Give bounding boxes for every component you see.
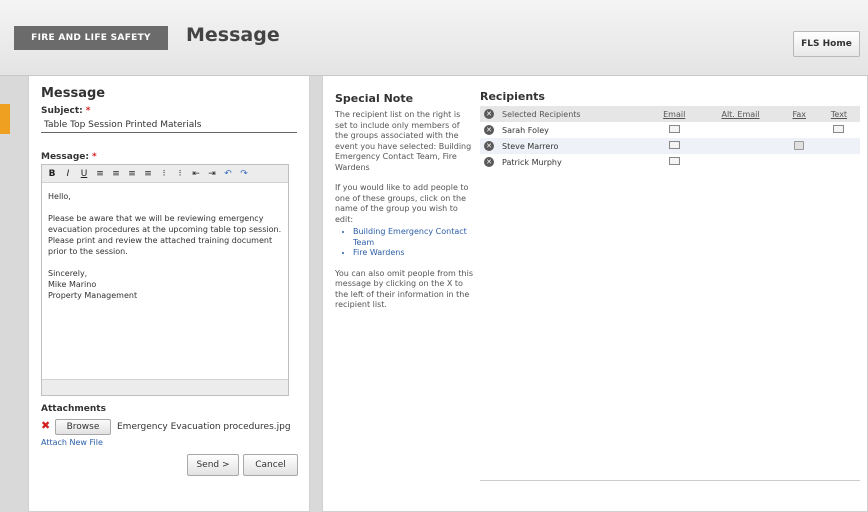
message-label-text: Message: [41, 152, 89, 162]
brand-tab[interactable]: FIRE AND LIFE SAFETY [14, 26, 168, 50]
table-row: ✕ Patrick Murphy [480, 154, 860, 170]
table-row: ✕ Steve Marrero [480, 138, 860, 154]
editor-toolbar: B I U ≡ ≡ ≡ ≡ ⁝ ⁝ ⇤ ⇥ ↶ ↷ [42, 165, 288, 183]
remove-all-icon[interactable]: ✕ [484, 109, 494, 119]
message-sender-department: Property Management [48, 291, 138, 300]
editor-status-bar [42, 379, 288, 395]
text-cell [818, 154, 860, 170]
page-title: Message [186, 24, 280, 46]
remove-recipient-icon[interactable]: ✕ [484, 141, 494, 151]
message-greeting: Hello, [48, 192, 71, 201]
required-marker: * [85, 106, 91, 116]
bullet-list-icon[interactable]: ⁝ [159, 169, 169, 179]
compose-panel: Message Subject:* Message:* B I U ≡ ≡ ≡ … [28, 76, 310, 512]
special-note-heading: Special Note [335, 92, 414, 105]
align-justify-icon[interactable]: ≡ [143, 169, 153, 179]
remove-cell: ✕ [480, 154, 498, 170]
remove-recipient-icon[interactable]: ✕ [484, 125, 494, 135]
remove-recipient-icon[interactable]: ✕ [484, 157, 494, 167]
col-fax[interactable]: Fax [780, 106, 818, 122]
group-links: Building Emergency Contact Team Fire War… [353, 227, 475, 259]
col-alt-email[interactable]: Alt. Email [700, 106, 781, 122]
special-note-para3: You can also omit people from this messa… [335, 268, 473, 310]
special-note-para1: The recipient list on the right is set t… [335, 110, 472, 172]
underline-button[interactable]: U [79, 169, 89, 179]
recipients-divider [480, 480, 860, 481]
subject-input[interactable] [41, 118, 297, 133]
numbered-list-icon[interactable]: ⁝ [175, 169, 185, 179]
recipient-name: Sarah Foley [502, 125, 549, 135]
special-note-body: The recipient list on the right is set t… [335, 110, 475, 321]
message-editor[interactable]: B I U ≡ ≡ ≡ ≡ ⁝ ⁝ ⇤ ⇥ ↶ ↷ Hello, Please … [41, 164, 289, 396]
special-note-para2: If you would like to add people to one o… [335, 183, 469, 224]
text-cell [817, 138, 860, 154]
subject-label: Subject: * [41, 106, 90, 116]
fax-cell [781, 154, 818, 170]
recipients-heading: Recipients [480, 90, 545, 103]
cancel-button[interactable]: Cancel [243, 454, 298, 476]
group-link-fire-wardens[interactable]: Fire Wardens [353, 248, 475, 259]
remove-cell: ✕ [480, 122, 498, 138]
fax-cell [780, 138, 818, 154]
outdent-icon[interactable]: ⇤ [191, 169, 201, 179]
home-button[interactable]: FLS Home [793, 31, 860, 57]
email-cell [648, 122, 700, 138]
compose-heading: Message [41, 86, 106, 101]
send-button[interactable]: Send > [187, 454, 239, 476]
align-center-icon[interactable]: ≡ [111, 169, 121, 179]
header-remove-cell: ✕ [480, 106, 498, 122]
alt-email-cell [700, 138, 781, 154]
fax-icon[interactable] [794, 140, 805, 150]
message-label: Message: * [41, 152, 97, 162]
align-left-icon[interactable]: ≡ [95, 169, 105, 179]
email-icon[interactable] [668, 125, 680, 133]
text-cell [818, 122, 860, 138]
top-bar: FIRE AND LIFE SAFETY Message FLS Home [0, 0, 868, 76]
redo-icon[interactable]: ↷ [239, 169, 249, 179]
email-icon[interactable] [668, 141, 680, 149]
active-marker [0, 104, 10, 134]
email-cell [648, 154, 700, 170]
italic-button[interactable]: I [63, 169, 73, 179]
required-marker: * [92, 152, 97, 162]
attachment-filename: Emergency Evacuation procedures.jpg [117, 422, 291, 432]
col-email[interactable]: Email [648, 106, 701, 122]
recipient-name: Patrick Murphy [502, 157, 562, 167]
editor-body[interactable]: Hello, Please be aware that we will be r… [42, 183, 288, 309]
col-text[interactable]: Text [817, 106, 860, 122]
alt-email-cell [700, 154, 780, 170]
message-paragraph: Please be aware that we will be reviewin… [48, 214, 282, 256]
table-row: ✕ Sarah Foley [480, 122, 860, 138]
undo-icon[interactable]: ↶ [223, 169, 233, 179]
browse-button[interactable]: Browse [55, 419, 111, 435]
indent-icon[interactable]: ⇥ [207, 169, 217, 179]
subject-label-text: Subject: [41, 106, 83, 116]
align-right-icon[interactable]: ≡ [127, 169, 137, 179]
recipient-name: Steve Marrero [498, 138, 648, 154]
email-icon[interactable] [668, 157, 680, 165]
message-signoff: Sincerely, [48, 269, 88, 278]
group-link-emergency-contact[interactable]: Building Emergency Contact Team [353, 227, 475, 248]
message-sender-name: Mike Marino [48, 280, 97, 289]
col-selected-recipients: Selected Recipients [498, 106, 648, 122]
recipients-header-row: ✕ Selected Recipients Email Alt. Email F… [480, 106, 860, 122]
recipients-panel: Special Note The recipient list on the r… [322, 76, 868, 512]
text-message-icon[interactable] [833, 125, 845, 133]
recipients-table: ✕ Selected Recipients Email Alt. Email F… [480, 106, 860, 170]
alt-email-cell [700, 122, 780, 138]
attachments-heading: Attachments [41, 404, 106, 414]
bold-button[interactable]: B [47, 169, 57, 179]
remove-attachment-icon[interactable]: ✖ [41, 420, 52, 431]
remove-cell: ✕ [480, 138, 498, 154]
fax-cell [781, 122, 818, 138]
email-cell [648, 138, 701, 154]
attach-new-file-link[interactable]: Attach New File [41, 438, 103, 447]
